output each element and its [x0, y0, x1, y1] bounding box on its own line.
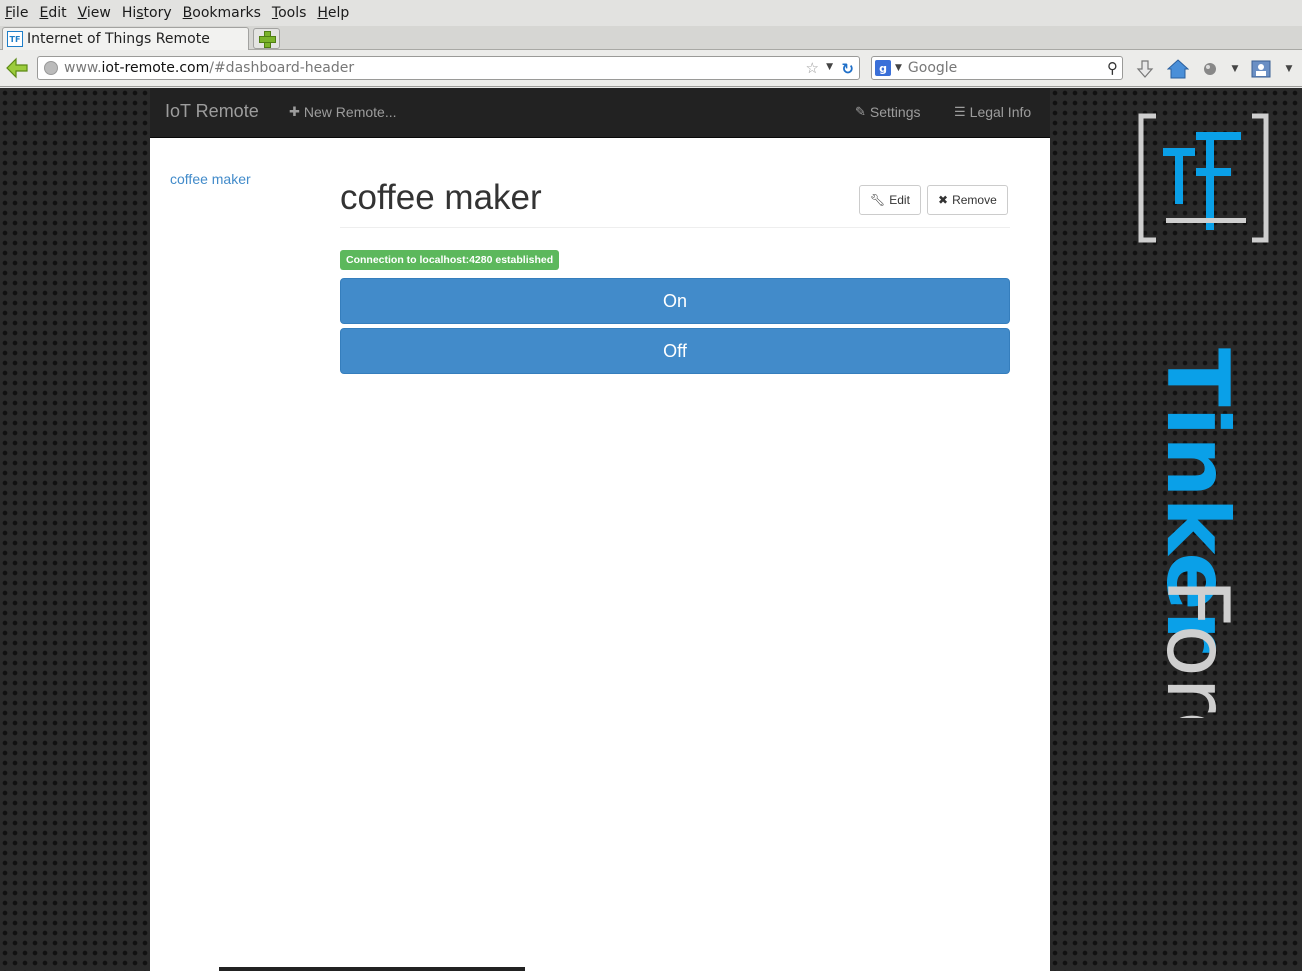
on-button[interactable]: On [340, 278, 1010, 324]
menu-file[interactable]: File [5, 5, 28, 21]
google-engine-icon[interactable]: g [875, 60, 891, 76]
search-icon[interactable]: ⚲ [1107, 59, 1118, 77]
plus-icon: ✚ [289, 104, 300, 119]
page-footer-bar [219, 967, 525, 971]
reload-icon[interactable]: ↻ [841, 60, 854, 78]
page-viewport: IoT Remote ✚ New Remote... ✎ Settings ☰ … [0, 88, 1302, 971]
menu-bookmarks[interactable]: Bookmarks [183, 5, 261, 21]
menu-bar: File Edit View History Bookmarks Tools H… [0, 0, 1302, 26]
address-text: www.iot-remote.com/#dashboard-header [64, 60, 355, 76]
back-arrow-icon [6, 57, 28, 79]
profile-icon[interactable] [1250, 58, 1272, 80]
brand-link[interactable]: IoT Remote [165, 101, 259, 122]
new-tab-button[interactable] [253, 28, 280, 49]
tinkerforge-favicon-icon: TF [7, 31, 23, 47]
search-bar[interactable]: g ▼ Google ⚲ [871, 56, 1123, 80]
bookmark-star-icon[interactable]: ☆ [806, 59, 819, 77]
back-button[interactable] [5, 57, 29, 79]
plus-icon [259, 31, 276, 48]
download-icon[interactable] [1134, 58, 1156, 80]
status-badge: Connection to localhost:4280 established [340, 250, 560, 270]
addon-dropdown-icon[interactable]: ▼ [1224, 58, 1246, 80]
legal-info-link[interactable]: ☰ Legal Info [954, 104, 1031, 120]
search-input[interactable]: Google [908, 60, 957, 76]
engine-dropdown-icon[interactable]: ▼ [895, 63, 902, 73]
off-button[interactable]: Off [340, 328, 1010, 374]
svg-text:Forge: Forge [1147, 578, 1247, 718]
navigation-toolbar: www.iot-remote.com/#dashboard-header ☆ ▼… [0, 50, 1302, 87]
site-identity-icon[interactable] [44, 61, 58, 75]
remote-header: coffee maker 🔧︎ Edit ✖ Remove [340, 176, 1010, 228]
menu-view[interactable]: View [78, 5, 111, 21]
tab-title: Internet of Things Remote [27, 31, 210, 47]
app-container: IoT Remote ✚ New Remote... ✎ Settings ☰ … [150, 88, 1050, 971]
settings-link[interactable]: ✎ Settings [855, 104, 921, 120]
wrench-icon: 🔧︎ [870, 193, 886, 207]
new-remote-link[interactable]: ✚ New Remote... [289, 104, 397, 120]
menu-edit[interactable]: Edit [39, 5, 66, 21]
close-icon: ✖ [938, 193, 949, 207]
home-icon[interactable] [1167, 58, 1189, 80]
tab-iot-remote[interactable]: TF Internet of Things Remote [2, 27, 249, 50]
person-icon [1251, 60, 1271, 78]
address-bar[interactable]: www.iot-remote.com/#dashboard-header ☆ ▼… [37, 56, 860, 80]
profile-dropdown-icon[interactable]: ▼ [1278, 58, 1300, 80]
remove-button[interactable]: ✖ Remove [927, 185, 1008, 215]
list-icon: ☰ [954, 104, 966, 119]
app-navbar: IoT Remote ✚ New Remote... ✎ Settings ☰ … [150, 88, 1050, 138]
tinkerforge-logo: Tinker Forge [1138, 113, 1269, 718]
edit-button[interactable]: 🔧︎ Edit [859, 185, 921, 215]
menu-tools[interactable]: Tools [272, 5, 307, 21]
tab-bar: TF Internet of Things Remote [0, 26, 1302, 50]
addon-icon[interactable] [1199, 58, 1221, 80]
sidebar-item-coffee-maker[interactable]: coffee maker [170, 171, 251, 187]
pencil-icon: ✎ [855, 104, 866, 119]
history-dropdown-icon[interactable]: ▼ [826, 62, 833, 72]
menu-help[interactable]: Help [317, 5, 349, 21]
puzzle-icon [1204, 63, 1216, 75]
house-icon [1167, 59, 1189, 79]
menu-history[interactable]: History [122, 5, 172, 21]
download-arrow-icon [1136, 60, 1154, 78]
